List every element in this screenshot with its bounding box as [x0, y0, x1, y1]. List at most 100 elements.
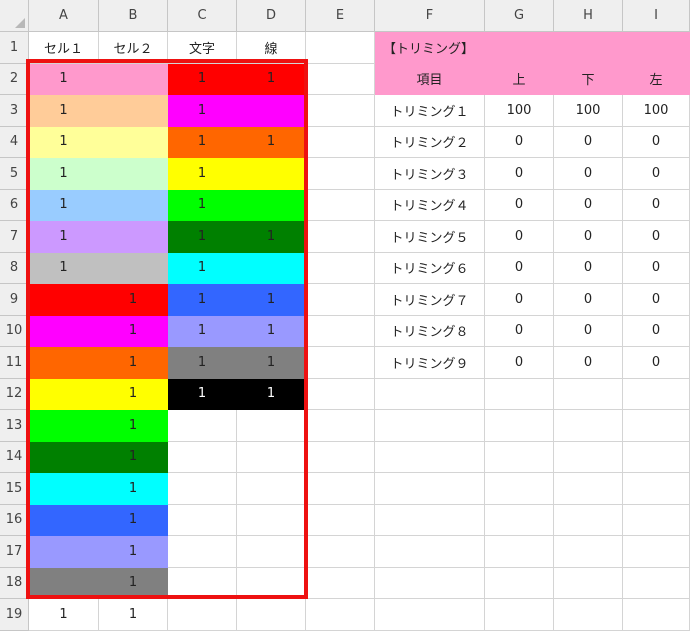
cell-d2[interactable]: 1 [237, 63, 306, 95]
cell-e7[interactable] [306, 221, 375, 253]
cell-e12[interactable] [306, 378, 375, 410]
cell-b8[interactable] [99, 252, 168, 284]
row-header-1[interactable]: 1 [0, 32, 29, 64]
cell-e17[interactable] [306, 536, 375, 568]
cell-empty[interactable] [623, 536, 690, 568]
trim-label[interactable]: トリミング１ [375, 95, 485, 127]
cell-d11[interactable]: 1 [237, 347, 306, 379]
row-header-14[interactable]: 14 [0, 441, 29, 473]
cell-b17[interactable]: 1 [99, 536, 168, 568]
column-header-c[interactable]: C [168, 0, 237, 32]
cell-b15[interactable]: 1 [99, 473, 168, 505]
cell-d7[interactable]: 1 [237, 221, 306, 253]
cell-empty[interactable] [375, 410, 485, 442]
cell-c5[interactable]: 1 [168, 158, 237, 190]
cell-empty[interactable] [485, 378, 554, 410]
row-header-17[interactable]: 17 [0, 536, 29, 568]
cell-c7[interactable]: 1 [168, 221, 237, 253]
cell-b10[interactable]: 1 [99, 315, 168, 347]
trim-header-2[interactable]: 下 [554, 63, 623, 95]
cell-a12[interactable] [29, 378, 99, 410]
cell-a2[interactable]: 1 [29, 63, 99, 95]
trim-header-0[interactable]: 項目 [375, 63, 485, 95]
cell-e5[interactable] [306, 158, 375, 190]
cell-empty[interactable] [623, 504, 690, 536]
cell-empty[interactable] [485, 599, 554, 631]
trim-value-left[interactable]: 0 [623, 158, 690, 190]
cell-e3[interactable] [306, 95, 375, 127]
trim-header-1[interactable]: 上 [485, 63, 554, 95]
trim-value-top[interactable]: 0 [485, 347, 554, 379]
cell-empty[interactable] [623, 378, 690, 410]
trim-value-left[interactable]: 0 [623, 189, 690, 221]
cell-a14[interactable] [29, 441, 99, 473]
cell-b19[interactable]: 1 [99, 599, 168, 631]
cell-d8[interactable] [237, 252, 306, 284]
cell-a19[interactable]: 1 [29, 599, 99, 631]
cell-empty[interactable] [554, 599, 623, 631]
cell-e11[interactable] [306, 347, 375, 379]
cell-b9[interactable]: 1 [99, 284, 168, 316]
cell-d13[interactable] [237, 410, 306, 442]
column-header-b[interactable]: B [99, 0, 168, 32]
cell-empty[interactable] [485, 410, 554, 442]
cell-c12[interactable]: 1 [168, 378, 237, 410]
row-header-9[interactable]: 9 [0, 284, 29, 316]
trim-value-top[interactable]: 100 [485, 95, 554, 127]
cell-e8[interactable] [306, 252, 375, 284]
row-header-12[interactable]: 12 [0, 378, 29, 410]
trim-value-left[interactable]: 0 [623, 315, 690, 347]
trim-header-3[interactable]: 左 [623, 63, 690, 95]
cell-b6[interactable] [99, 189, 168, 221]
trim-label[interactable]: トリミング２ [375, 126, 485, 158]
trim-value-left[interactable]: 0 [623, 347, 690, 379]
row-header-6[interactable]: 6 [0, 189, 29, 221]
trim-label[interactable]: トリミング８ [375, 315, 485, 347]
row-header-4[interactable]: 4 [0, 126, 29, 158]
cell-b11[interactable]: 1 [99, 347, 168, 379]
cell-c19[interactable] [168, 599, 237, 631]
trim-value-top[interactable]: 0 [485, 284, 554, 316]
cell-empty[interactable] [554, 410, 623, 442]
row-header-2[interactable]: 2 [0, 63, 29, 95]
cell-d10[interactable]: 1 [237, 315, 306, 347]
cell-a10[interactable] [29, 315, 99, 347]
trim-value-top[interactable]: 0 [485, 126, 554, 158]
cell-b18[interactable]: 1 [99, 567, 168, 599]
cell-empty[interactable] [485, 567, 554, 599]
cell-c6[interactable]: 1 [168, 189, 237, 221]
row-header-5[interactable]: 5 [0, 158, 29, 190]
cell-e14[interactable] [306, 441, 375, 473]
cell-a17[interactable] [29, 536, 99, 568]
cell-empty[interactable] [623, 567, 690, 599]
cell-empty[interactable] [485, 504, 554, 536]
trim-value-top[interactable]: 0 [485, 315, 554, 347]
cell-c11[interactable]: 1 [168, 347, 237, 379]
trim-value-left[interactable]: 0 [623, 221, 690, 253]
row-header-8[interactable]: 8 [0, 252, 29, 284]
cell-d14[interactable] [237, 441, 306, 473]
trim-value-top[interactable]: 0 [485, 158, 554, 190]
cell-d12[interactable]: 1 [237, 378, 306, 410]
trim-value-bottom[interactable]: 0 [554, 189, 623, 221]
cell-c10[interactable]: 1 [168, 315, 237, 347]
cell-e6[interactable] [306, 189, 375, 221]
cell-empty[interactable] [623, 410, 690, 442]
cell-d4[interactable]: 1 [237, 126, 306, 158]
column-header-g[interactable]: G [485, 0, 554, 32]
cell-empty[interactable] [623, 473, 690, 505]
cell-a5[interactable]: 1 [29, 158, 99, 190]
cell-c4[interactable]: 1 [168, 126, 237, 158]
trim-value-top[interactable]: 0 [485, 189, 554, 221]
cell-a7[interactable]: 1 [29, 221, 99, 253]
row-header-7[interactable]: 7 [0, 221, 29, 253]
cell-b3[interactable] [99, 95, 168, 127]
cell-e9[interactable] [306, 284, 375, 316]
column-header-e[interactable]: E [306, 0, 375, 32]
cell-e1[interactable] [306, 32, 375, 64]
header-cell-b[interactable]: セル２ [99, 32, 168, 64]
cell-b12[interactable]: 1 [99, 378, 168, 410]
cell-d19[interactable] [237, 599, 306, 631]
cell-d3[interactable] [237, 95, 306, 127]
cell-a3[interactable]: 1 [29, 95, 99, 127]
